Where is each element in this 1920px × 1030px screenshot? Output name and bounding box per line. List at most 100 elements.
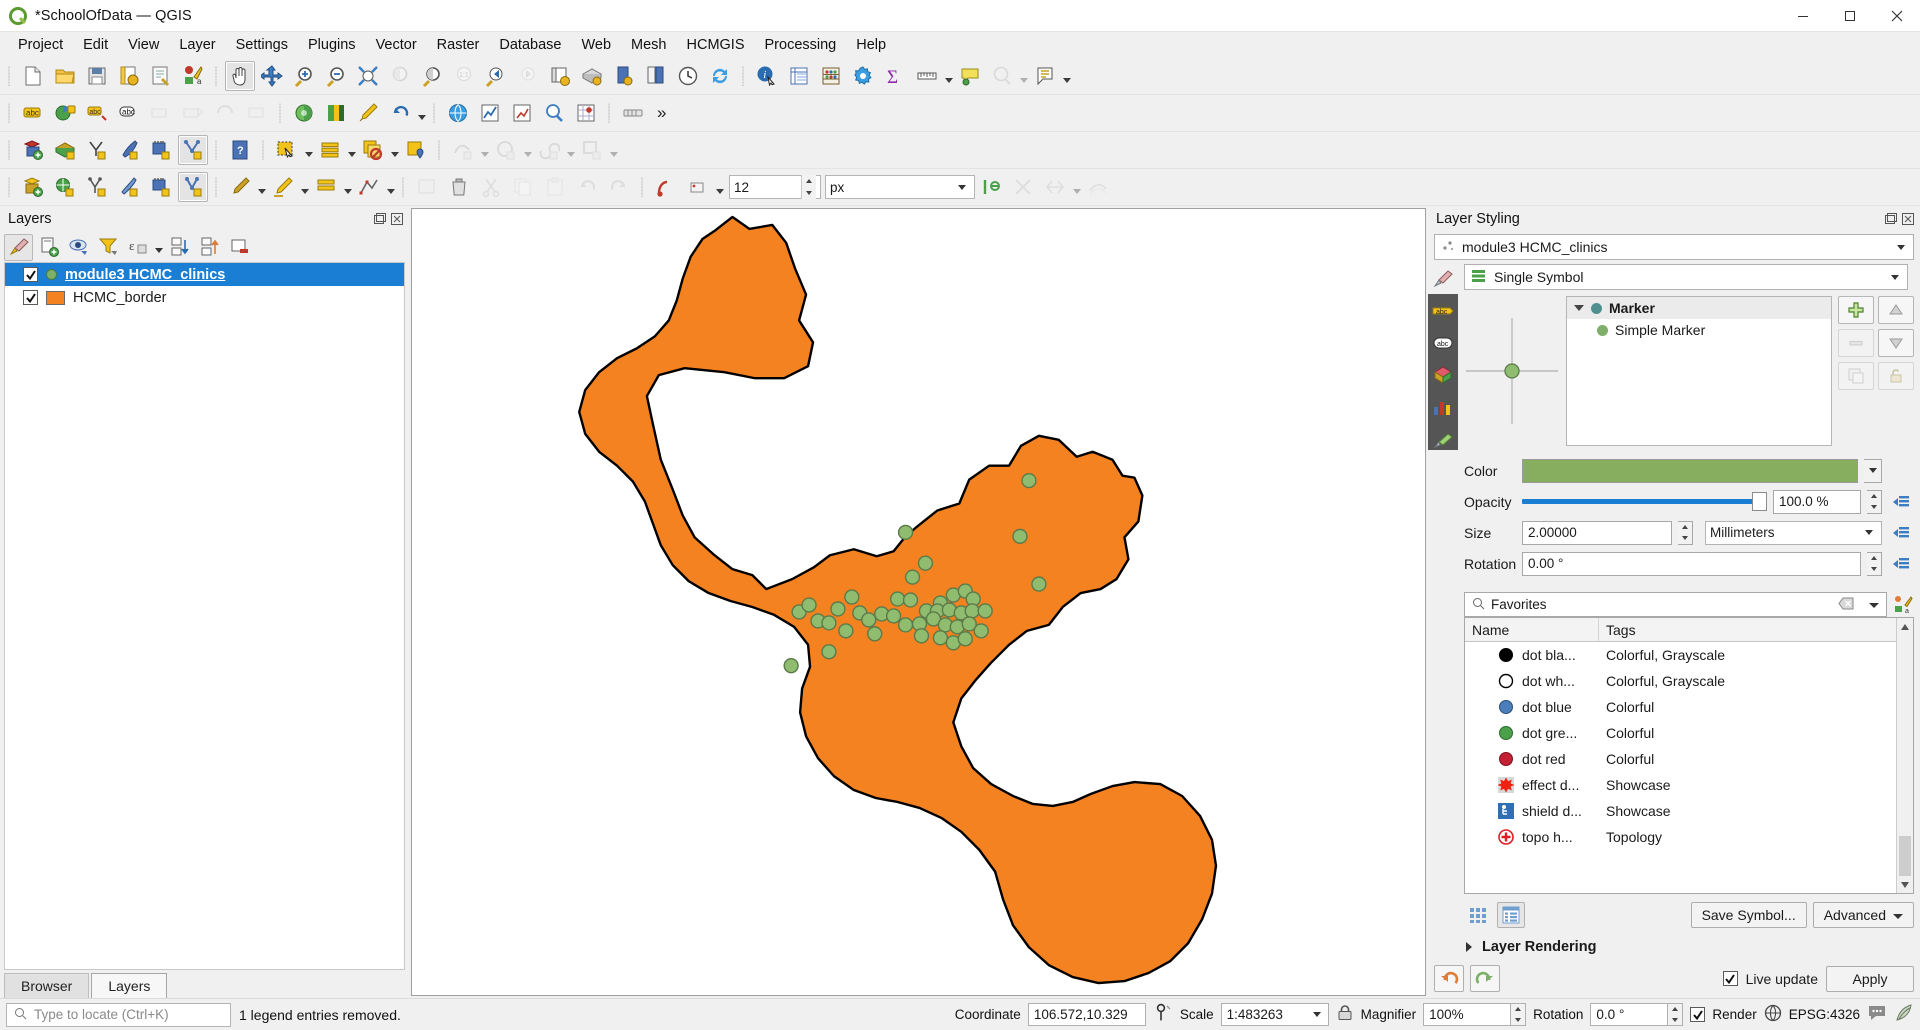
toolbar-grip[interactable] bbox=[5, 137, 14, 163]
expand-all-button[interactable] bbox=[165, 234, 194, 261]
size-spinner[interactable] bbox=[1678, 520, 1693, 545]
styling-panel-toggle-button[interactable] bbox=[289, 98, 319, 128]
rotation-spinner[interactable] bbox=[1867, 551, 1882, 576]
toolbar-grip[interactable] bbox=[259, 137, 268, 163]
toolbar-grip[interactable] bbox=[399, 174, 408, 200]
tab-browser[interactable]: Browser bbox=[4, 973, 90, 998]
show-hide-labels-button[interactable]: abc bbox=[82, 98, 112, 128]
menu-help[interactable]: Help bbox=[846, 34, 896, 56]
color-ramp-button[interactable] bbox=[321, 98, 351, 128]
snapping-toggle-button[interactable] bbox=[651, 172, 681, 202]
copy-features-button[interactable] bbox=[508, 172, 538, 202]
lock-scale-icon[interactable] bbox=[1336, 1004, 1354, 1025]
filter-legend-button[interactable] bbox=[94, 234, 123, 261]
save-symbol-button[interactable]: Save Symbol... bbox=[1690, 902, 1807, 928]
deselect-dropdown-arrow[interactable] bbox=[389, 135, 400, 165]
menu-vector[interactable]: Vector bbox=[366, 34, 427, 56]
toolbar-grip[interactable] bbox=[435, 137, 444, 163]
toolbar-grip[interactable] bbox=[212, 137, 221, 163]
new-spatialite-layer-button[interactable] bbox=[82, 172, 112, 202]
expression-filter-button[interactable]: ε bbox=[124, 234, 153, 261]
layer-row[interactable]: module3 HCMC_clinics bbox=[5, 263, 404, 286]
add-polygon-dropdown-arrow[interactable] bbox=[522, 135, 533, 165]
size-data-defined-button[interactable] bbox=[1888, 521, 1914, 545]
offset-curve-button[interactable] bbox=[1083, 172, 1113, 202]
menu-database[interactable]: Database bbox=[489, 34, 571, 56]
coordinate-toggle-icon[interactable] bbox=[1153, 1003, 1173, 1026]
current-edits-dropdown-arrow[interactable] bbox=[256, 172, 267, 202]
snapping-units-combo[interactable]: px bbox=[825, 175, 975, 199]
save-project-as-button[interactable] bbox=[114, 61, 144, 91]
new-print-layout-button[interactable] bbox=[609, 61, 639, 91]
color-swatch-button[interactable] bbox=[1522, 458, 1858, 483]
toolbar-grip[interactable] bbox=[739, 63, 748, 89]
new-virtual-layer-button[interactable] bbox=[178, 172, 208, 202]
spinner-up[interactable] bbox=[1511, 1004, 1525, 1015]
zoom-next-button[interactable] bbox=[513, 61, 543, 91]
identify-features-button[interactable]: i bbox=[752, 61, 782, 91]
annotation-dropdown-arrow[interactable] bbox=[1061, 61, 1072, 91]
save-project-button[interactable] bbox=[82, 61, 112, 91]
locator-input[interactable]: Type to locate (Ctrl+K) bbox=[6, 1002, 231, 1027]
field-calculator-button[interactable] bbox=[816, 61, 846, 91]
toolbar-grip[interactable] bbox=[5, 100, 14, 126]
duplicate-symbol-layer-button[interactable] bbox=[1838, 362, 1874, 390]
table-row[interactable]: shield d... Showcase bbox=[1465, 798, 1896, 824]
toolbar-grip[interactable] bbox=[212, 174, 221, 200]
render-checkbox[interactable] bbox=[1690, 1007, 1706, 1022]
undo-edit-button[interactable] bbox=[572, 172, 602, 202]
undo-button[interactable] bbox=[385, 98, 415, 128]
table-row[interactable]: topo h... Topology bbox=[1465, 824, 1896, 850]
spinner-down[interactable] bbox=[1511, 1015, 1525, 1026]
add-virtual-layer-button[interactable] bbox=[178, 135, 208, 165]
spinner-down[interactable] bbox=[1668, 1015, 1682, 1026]
layer-select-combo[interactable]: module3 HCMC_clinics bbox=[1434, 234, 1914, 260]
toolbar-grip[interactable] bbox=[5, 174, 14, 200]
vertex-tool-button[interactable] bbox=[354, 172, 384, 202]
manage-layer-visibility-button[interactable] bbox=[64, 234, 93, 261]
table-row[interactable]: dot blue Colorful bbox=[1465, 694, 1896, 720]
chevron-right-icon[interactable] bbox=[1464, 942, 1474, 952]
undo-dropdown-arrow[interactable] bbox=[416, 98, 427, 128]
messages-icon[interactable] bbox=[1867, 1004, 1887, 1025]
select-dropdown-arrow[interactable] bbox=[303, 135, 314, 165]
new-geopackage-layer-button[interactable] bbox=[50, 172, 80, 202]
options-button[interactable] bbox=[848, 61, 878, 91]
zoom-native-button[interactable]: 1:1 bbox=[449, 61, 479, 91]
toolbar-grip[interactable] bbox=[605, 100, 614, 126]
menu-layer[interactable]: Layer bbox=[169, 34, 225, 56]
add-polygon-feature-button[interactable] bbox=[491, 135, 521, 165]
close-styling-panel-icon[interactable] bbox=[1901, 213, 1914, 226]
spinner-down[interactable] bbox=[1867, 502, 1881, 513]
open-layer-styling-panel-button[interactable] bbox=[4, 233, 33, 261]
menu-project[interactable]: Project bbox=[8, 34, 73, 56]
layout-manager-button[interactable] bbox=[641, 61, 671, 91]
toggle-editing-button[interactable] bbox=[268, 172, 298, 202]
map-tips-button[interactable] bbox=[955, 61, 985, 91]
live-update-checkbox[interactable] bbox=[1722, 971, 1738, 986]
lock-symbol-layer-button[interactable] bbox=[1878, 362, 1914, 390]
new-project-button[interactable] bbox=[18, 61, 48, 91]
menu-edit[interactable]: Edit bbox=[73, 34, 118, 56]
chevron-down-icon[interactable] bbox=[1573, 305, 1584, 311]
menu-settings[interactable]: Settings bbox=[226, 34, 298, 56]
3d-view-tab-icon[interactable] bbox=[1431, 364, 1455, 386]
map-canvas[interactable] bbox=[411, 208, 1426, 996]
menu-mesh[interactable]: Mesh bbox=[621, 34, 676, 56]
open-project-button[interactable] bbox=[50, 61, 80, 91]
globe-web-button[interactable] bbox=[443, 98, 473, 128]
size-input[interactable]: 2.00000 bbox=[1522, 520, 1672, 545]
spinner-up[interactable] bbox=[1867, 491, 1881, 502]
crs-globe-icon[interactable] bbox=[1764, 1004, 1782, 1025]
avoid-overlap-button[interactable] bbox=[1008, 172, 1038, 202]
measure-dropdown-arrow[interactable] bbox=[943, 61, 954, 91]
minimize-icon[interactable] bbox=[1779, 0, 1826, 32]
close-icon[interactable] bbox=[1873, 0, 1920, 32]
open-attribute-table-button[interactable] bbox=[784, 61, 814, 91]
snapping-tolerance-spinner[interactable] bbox=[801, 175, 816, 199]
add-symbol-layer-button[interactable] bbox=[1838, 296, 1874, 324]
size-unit-combo[interactable]: Millimeters bbox=[1705, 520, 1882, 545]
current-edits-button[interactable] bbox=[225, 172, 255, 202]
delete-selected-button[interactable] bbox=[444, 172, 474, 202]
opacity-input[interactable]: 100.0 % bbox=[1773, 489, 1861, 514]
